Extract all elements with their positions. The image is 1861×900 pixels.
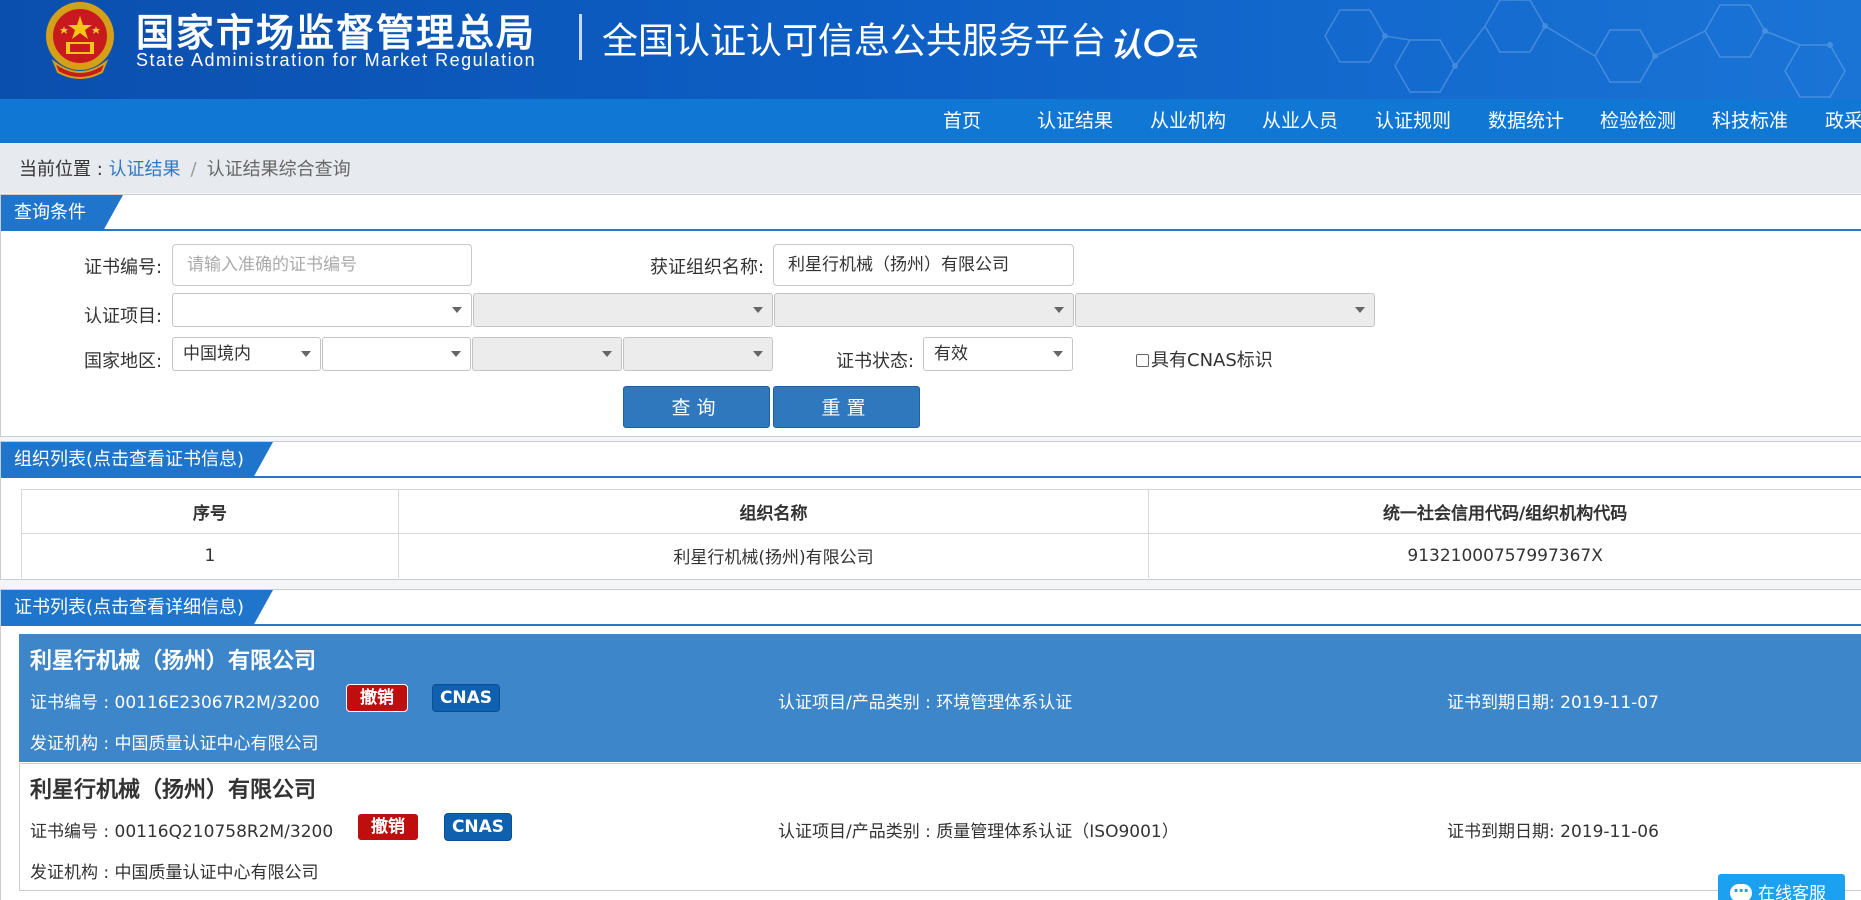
region-select-1-value: 中国境内	[183, 344, 251, 364]
org-row-name: 利星行机械(扬州)有限公司	[397, 533, 1150, 578]
online-service-label: 在线客服	[1758, 884, 1826, 900]
org-col-index: 序号	[21, 489, 399, 534]
nav-item-personnel[interactable]: 从业人员	[1262, 99, 1338, 143]
cnas-filter[interactable]: 具有CNAS标识	[1136, 346, 1273, 372]
main-nav: 首页 认证结果 从业机构 从业人员 认证规则 数据统计 检验检测 科技标准 政采	[0, 99, 1861, 143]
query-panel-title: 查询条件	[1, 195, 123, 231]
chevron-down-icon	[753, 307, 763, 313]
breadcrumb-prefix: 当前位置 :	[19, 159, 109, 180]
org-col-code: 统一社会信用代码/组织机构代码	[1148, 489, 1861, 534]
project-select-1[interactable]	[172, 293, 472, 327]
nav-item-cert-results[interactable]: 认证结果	[1037, 99, 1113, 143]
breadcrumb-separator: /	[190, 159, 197, 180]
chevron-down-icon	[1054, 307, 1064, 313]
query-button[interactable]: 查询	[623, 386, 770, 428]
status-badge: 撤销	[346, 684, 408, 712]
chevron-down-icon	[301, 351, 311, 357]
project-select-4[interactable]	[1075, 293, 1375, 327]
chat-icon	[1730, 871, 1752, 900]
agency-name: 国家市场监督管理总局	[136, 11, 537, 55]
cert-project: 认证项目/产品类别 : 环境管理体系认证	[778, 693, 1073, 713]
org-list-panel-header: 组织列表(点击查看证书信息)	[1, 442, 1861, 478]
cert-number: 证书编号 : 00116Q210758R2M/3200	[30, 822, 334, 842]
hexagon-pattern-decoration	[1324, 0, 1846, 98]
chevron-down-icon	[1355, 307, 1365, 313]
nav-item-cert-rules[interactable]: 认证规则	[1375, 99, 1451, 143]
region-label: 国家地区:	[84, 351, 163, 372]
chevron-down-icon	[602, 351, 612, 357]
org-col-name: 组织名称	[397, 489, 1150, 534]
list-item[interactable]: 利星行机械（扬州）有限公司 证书编号 : 00116E23067R2M/3200…	[19, 634, 1861, 762]
org-table: 序号 组织名称 统一社会信用代码/组织机构代码 1 利星行机械(扬州)有限公司 …	[21, 489, 1861, 578]
nav-item-home[interactable]: 首页	[943, 99, 981, 143]
cnas-badge: CNAS	[444, 813, 512, 841]
platform-title: 全国认证认可信息公共服务平台	[602, 21, 1107, 62]
page: 国家市场监督管理总局 State Administration for Mark…	[0, 0, 1861, 900]
cert-list-panel-title: 证书列表(点击查看详细信息)	[1, 590, 273, 626]
header-divider	[579, 14, 582, 60]
cert-number: 证书编号 : 00116E23067R2M/3200	[30, 693, 320, 713]
nav-item-standards[interactable]: 科技标准	[1712, 99, 1788, 143]
breadcrumb-text: 当前位置 : 认证结果 / 认证结果综合查询	[19, 155, 351, 181]
agency-name-english: State Administration for Market Regulati…	[136, 50, 537, 70]
chevron-down-icon	[753, 351, 763, 357]
renyun-logo-text: 认	[1110, 26, 1143, 64]
cert-org-name: 利星行机械（扬州）有限公司	[30, 649, 317, 674]
org-list-panel-title: 组织列表(点击查看证书信息)	[1, 442, 273, 478]
breadcrumb-link-cert-results[interactable]: 认证结果	[109, 159, 181, 180]
region-select-3[interactable]	[472, 337, 622, 371]
region-select-4[interactable]	[623, 337, 773, 371]
cnas-checkbox-label: 具有CNAS标识	[1151, 350, 1273, 371]
status-select-value: 有效	[934, 344, 968, 364]
nav-item-procurement[interactable]: 政采	[1825, 99, 1861, 143]
org-table-header-row: 序号 组织名称 统一社会信用代码/组织机构代码	[21, 489, 1861, 534]
cert-issuer: 发证机构 : 中国质量认证中心有限公司	[30, 734, 319, 754]
national-emblem-icon	[46, 2, 114, 79]
nav-item-statistics[interactable]: 数据统计	[1488, 99, 1564, 143]
online-service-button[interactable]: 在线客服	[1718, 871, 1845, 900]
list-item[interactable]: 利星行机械（扬州）有限公司 证书编号 : 00116Q210758R2M/320…	[19, 763, 1861, 891]
renyun-logo-mark-icon	[1144, 29, 1174, 57]
cert-project: 认证项目/产品类别 : 质量管理体系认证（ISO9001）	[778, 822, 1179, 842]
org-name-label: 获证组织名称:	[650, 257, 765, 278]
org-name-input[interactable]: 利星行机械（扬州）有限公司	[773, 244, 1074, 286]
cert-no-input[interactable]: 请输入准确的证书编号	[172, 244, 472, 286]
table-row[interactable]: 1 利星行机械(扬州)有限公司 91321000757997367X	[21, 533, 1861, 578]
breadcrumb-current: 认证结果综合查询	[206, 159, 351, 180]
reset-button[interactable]: 重置	[773, 386, 920, 428]
project-select-3[interactable]	[774, 293, 1074, 327]
nav-item-inspection[interactable]: 检验检测	[1600, 99, 1676, 143]
org-list-panel: 组织列表(点击查看证书信息) 序号 组织名称 统一社会信用代码/组织机构代码 1…	[0, 441, 1861, 580]
project-select-2[interactable]	[473, 293, 773, 327]
cert-org-name: 利星行机械（扬州）有限公司	[30, 778, 317, 803]
org-row-code: 91321000757997367X	[1148, 533, 1861, 578]
cnas-badge: CNAS	[432, 684, 500, 712]
nav-item-institutions[interactable]: 从业机构	[1150, 99, 1226, 143]
site-header: 国家市场监督管理总局 State Administration for Mark…	[0, 0, 1861, 99]
chevron-down-icon	[452, 307, 462, 313]
cert-no-label: 证书编号:	[84, 257, 163, 278]
cert-list-panel-header: 证书列表(点击查看详细信息)	[1, 590, 1861, 626]
status-select[interactable]: 有效	[923, 337, 1073, 371]
query-panel: 查询条件 证书编号: 请输入准确的证书编号 获证组织名称: 利星行机械（扬州）有…	[0, 194, 1861, 437]
region-select-1[interactable]: 中国境内	[172, 337, 321, 371]
renyun-logo-sub: 云	[1176, 36, 1199, 62]
status-label: 证书状态:	[836, 351, 915, 372]
cnas-checkbox[interactable]	[1136, 354, 1149, 367]
project-label: 认证项目:	[84, 306, 163, 327]
chevron-down-icon	[1053, 351, 1063, 357]
chevron-down-icon	[451, 351, 461, 357]
region-select-2[interactable]	[322, 337, 471, 371]
cert-expiry: 证书到期日期: 2019-11-07	[1447, 693, 1659, 713]
breadcrumb: 当前位置 : 认证结果 / 认证结果综合查询	[0, 143, 1861, 193]
renyun-logo: 认云	[1110, 20, 1198, 66]
cert-issuer: 发证机构 : 中国质量认证中心有限公司	[30, 863, 319, 883]
org-row-index: 1	[21, 533, 399, 578]
query-panel-header: 查询条件	[1, 195, 1861, 231]
status-badge: 撤销	[357, 813, 419, 841]
cert-expiry: 证书到期日期: 2019-11-06	[1447, 822, 1659, 842]
